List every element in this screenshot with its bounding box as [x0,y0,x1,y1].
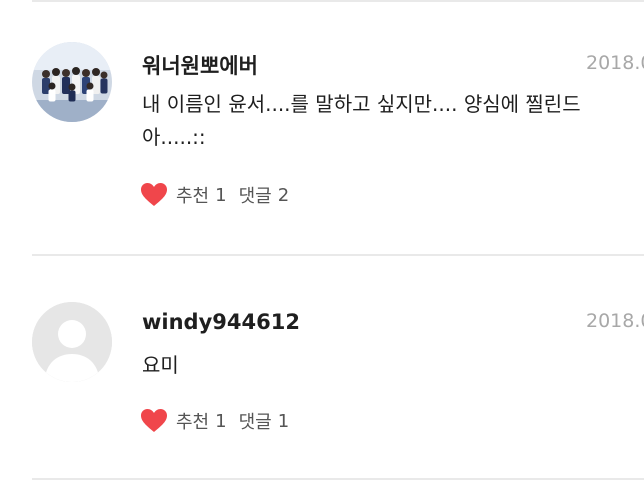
like-label: 추천 [176,412,210,433]
like-count: 1 [215,184,227,206]
default-user-icon [32,302,112,382]
comment-author[interactable]: windy944612 [142,310,300,334]
group-photo-avatar-image [32,42,112,122]
reply-count: 2 [277,184,290,206]
comment-actions: 추천 1 댓글 1 [140,407,289,435]
reply-label: 댓글 [238,412,272,433]
reply-button[interactable]: 댓글 1 [239,408,290,434]
heart-icon [141,409,167,432]
comment-author[interactable]: 워너원뽀에버 [142,50,258,80]
like-label: 추천 [176,186,210,207]
comment-divider [32,254,644,256]
avatar[interactable] [32,302,112,382]
comment-date: 2018.0 [586,310,644,332]
like-button[interactable]: 추천 1 [140,182,227,208]
comment-text: 요미 [142,353,179,377]
avatar[interactable] [32,42,112,122]
comment-date: 2018.0 [586,52,644,74]
reply-label: 댓글 [238,186,272,207]
heart-icon [141,183,167,206]
reply-count: 1 [277,410,290,432]
reply-button[interactable]: 댓글 2 [239,182,290,208]
comment-text: 내 이름인 윤서....를 말하고 싶지만.... 양심에 찔린드아.....:… [142,92,581,149]
comment-divider [32,478,644,480]
comment-item: 워너원뽀에버 2018.0 내 이름인 윤서....를 말하고 싶지만.... … [0,0,644,256]
like-button[interactable]: 추천 1 [140,408,227,434]
comment-item: windy944612 2018.0 요미 추천 1 댓글 1 [0,258,644,480]
like-count: 1 [215,410,227,432]
comment-actions: 추천 1 댓글 2 [140,181,289,209]
